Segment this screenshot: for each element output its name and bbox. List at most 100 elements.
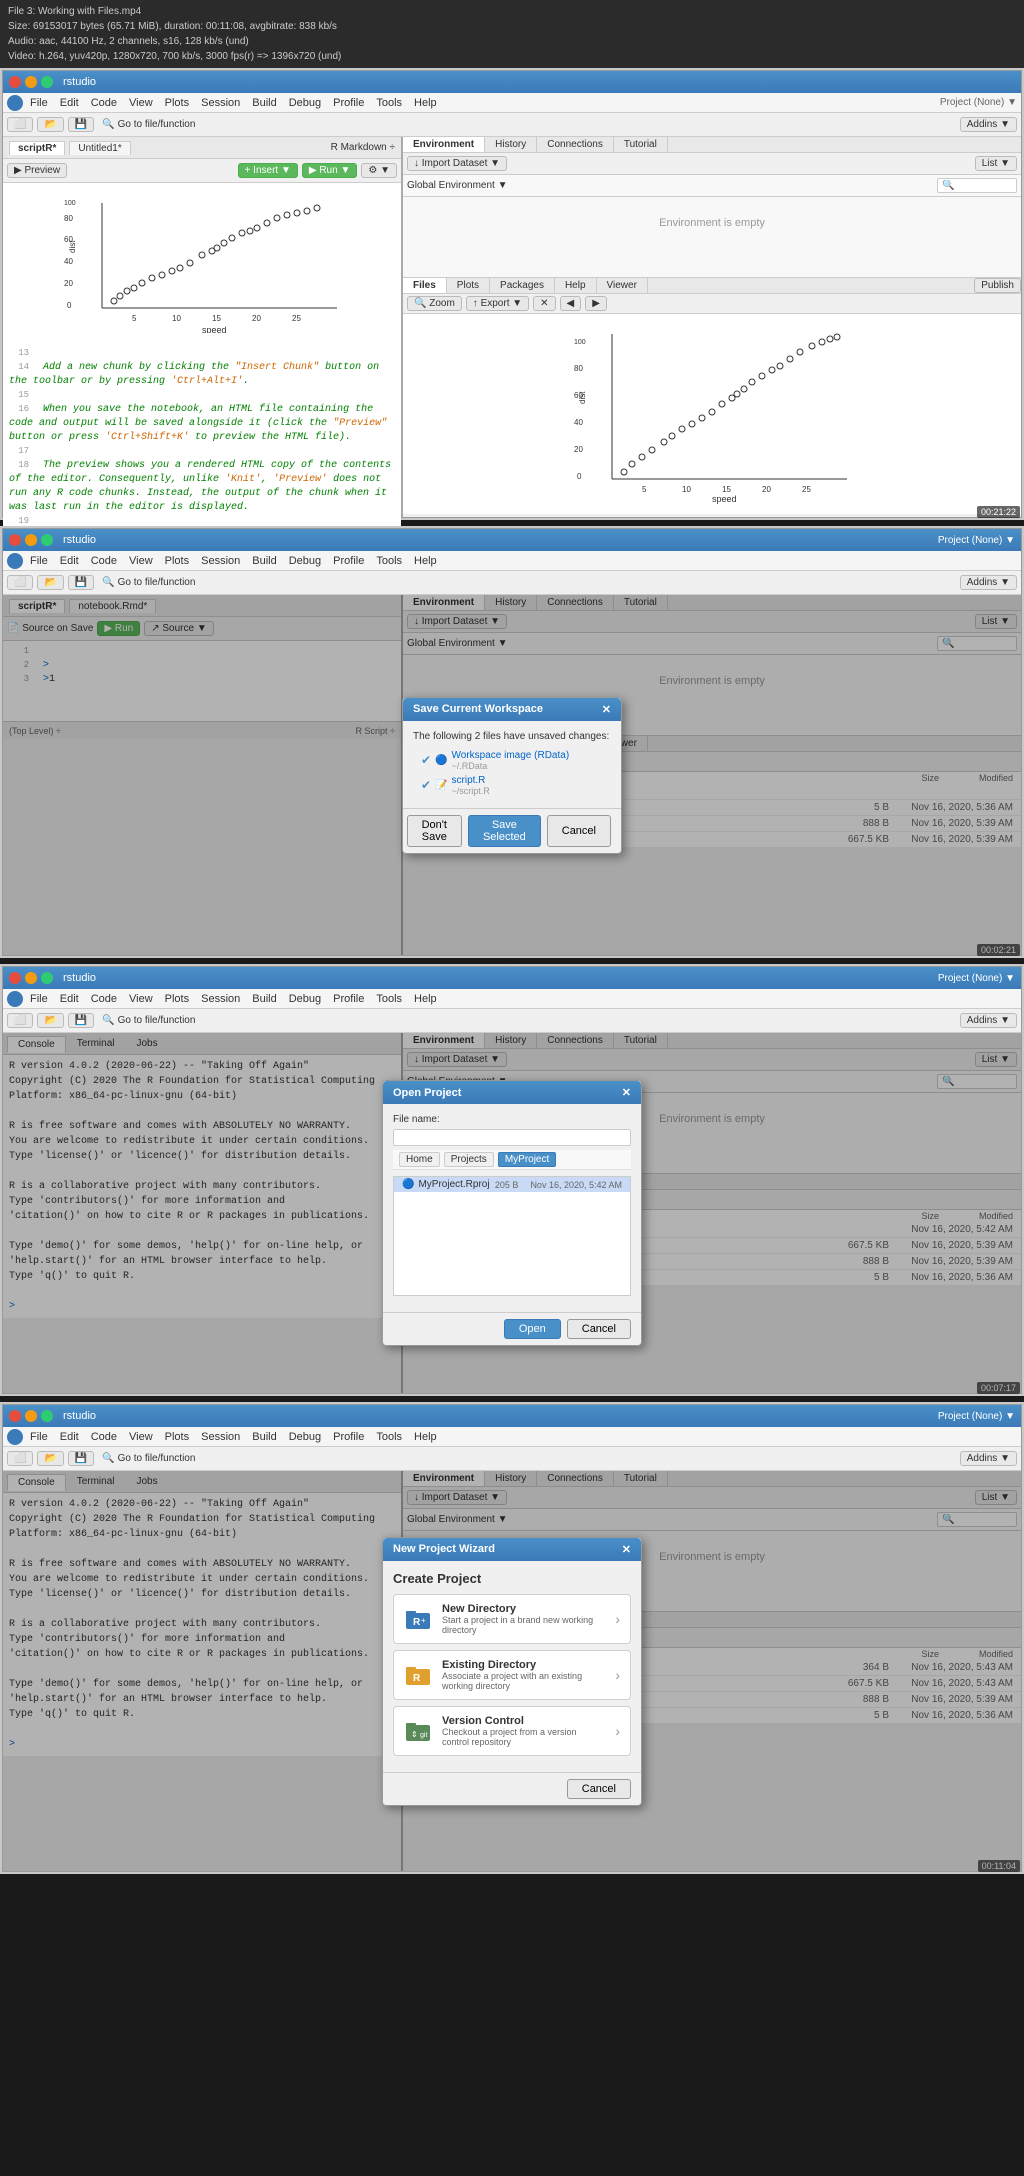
menu-view-2[interactable]: View (124, 554, 158, 568)
cancel-btn-4[interactable]: Cancel (567, 1779, 631, 1799)
tab-scriptR-1[interactable]: scriptR* (9, 141, 65, 155)
fb-item-3-0[interactable]: 🔵 MyProject.Rproj 205 B Nov 16, 2020, 5:… (394, 1177, 630, 1192)
fb-myproject-btn-3[interactable]: MyProject (498, 1152, 556, 1167)
hist-tab-1[interactable]: History (485, 137, 537, 152)
menu-tools-2[interactable]: Tools (371, 554, 407, 568)
next-plot-btn-1[interactable]: ▶ (585, 296, 607, 311)
menu-file-2[interactable]: File (25, 554, 53, 568)
menu-session-4[interactable]: Session (196, 1430, 245, 1444)
addins-btn-1[interactable]: Addins ▼ (960, 117, 1017, 132)
min-btn-4[interactable] (25, 1410, 37, 1422)
new-directory-option[interactable]: R + New Directory Start a project in a b… (393, 1594, 631, 1644)
packages-tab-1[interactable]: Packages (490, 278, 555, 293)
cancel-btn-2[interactable]: Cancel (547, 815, 611, 847)
file-name-input-3[interactable] (393, 1129, 631, 1146)
export-btn-1[interactable]: ↑ Export ▼ (466, 296, 529, 311)
menu-view-1[interactable]: View (124, 96, 158, 110)
menu-help-1[interactable]: Help (409, 96, 442, 110)
publish-btn-1[interactable]: Publish (974, 278, 1021, 293)
prev-plot-btn-1[interactable]: ◀ (560, 296, 582, 311)
open-btn-3[interactable]: Open (504, 1319, 561, 1339)
menu-edit-3[interactable]: Edit (55, 992, 84, 1006)
new-file-btn-2[interactable]: ⬜ (7, 575, 33, 590)
menu-profile-2[interactable]: Profile (328, 554, 369, 568)
menu-build-4[interactable]: Build (247, 1430, 281, 1444)
zoom-btn-1[interactable]: 🔍 Zoom (407, 296, 462, 311)
save-selected-btn[interactable]: Save Selected (468, 815, 541, 847)
menu-profile-1[interactable]: Profile (328, 96, 369, 110)
min-btn-3[interactable] (25, 972, 37, 984)
menu-session-3[interactable]: Session (196, 992, 245, 1006)
env-search-1[interactable] (937, 178, 1017, 193)
open-btn-2[interactable]: 📂 (37, 575, 63, 590)
open-btn-3[interactable]: 📂 (37, 1013, 63, 1028)
menu-build-3[interactable]: Build (247, 992, 281, 1006)
version-control-option[interactable]: ⇕ git Version Control Checkout a project… (393, 1706, 631, 1756)
clear-plot-btn-1[interactable]: ✕ (533, 296, 555, 311)
conn-tab-1[interactable]: Connections (537, 137, 614, 152)
menu-tools-1[interactable]: Tools (371, 96, 407, 110)
files-tab-1[interactable]: Files (403, 278, 447, 293)
new-file-btn-3[interactable]: ⬜ (7, 1013, 33, 1028)
menu-view-3[interactable]: View (124, 992, 158, 1006)
menu-plots-1[interactable]: Plots (160, 96, 194, 110)
dont-save-btn[interactable]: Don't Save (407, 815, 462, 847)
menu-edit-1[interactable]: Edit (55, 96, 84, 110)
dialog-close-2[interactable]: ✕ (602, 703, 611, 716)
menu-code-2[interactable]: Code (86, 554, 122, 568)
addins-btn-4[interactable]: Addins ▼ (960, 1451, 1017, 1466)
save-btn-1[interactable]: 💾 (68, 117, 94, 132)
menu-tools-4[interactable]: Tools (371, 1430, 407, 1444)
close-btn-1[interactable] (9, 76, 21, 88)
cancel-btn-3[interactable]: Cancel (567, 1319, 631, 1339)
max-btn-1[interactable] (41, 76, 53, 88)
menu-debug-4[interactable]: Debug (284, 1430, 326, 1444)
max-btn-4[interactable] (41, 1410, 53, 1422)
env-tab-1[interactable]: Environment (403, 137, 485, 152)
import-btn-1[interactable]: ↓ Import Dataset ▼ (407, 156, 507, 171)
menu-plots-3[interactable]: Plots (160, 992, 194, 1006)
close-btn-3[interactable] (9, 972, 21, 984)
menu-build-1[interactable]: Build (247, 96, 281, 110)
run-btn-1[interactable]: ▶ Run ▼ (302, 163, 358, 178)
menu-build-2[interactable]: Build (247, 554, 281, 568)
dialog-close-4[interactable]: ✕ (622, 1543, 631, 1556)
menu-help-3[interactable]: Help (409, 992, 442, 1006)
insert-btn-1[interactable]: + Insert ▼ (238, 163, 298, 178)
preview-btn-1[interactable]: ▶ Preview (7, 163, 67, 178)
help-tab-1[interactable]: Help (555, 278, 597, 293)
new-file-btn-1[interactable]: ⬜ (7, 117, 33, 132)
save-btn-3[interactable]: 💾 (68, 1013, 94, 1028)
viewer-tab-1[interactable]: Viewer (597, 278, 648, 293)
menu-session-2[interactable]: Session (196, 554, 245, 568)
list-btn-1[interactable]: List ▼ (975, 156, 1017, 171)
menu-debug-3[interactable]: Debug (284, 992, 326, 1006)
menu-profile-4[interactable]: Profile (328, 1430, 369, 1444)
menu-tools-3[interactable]: Tools (371, 992, 407, 1006)
menu-code-4[interactable]: Code (86, 1430, 122, 1444)
fb-projects-btn-3[interactable]: Projects (444, 1152, 494, 1167)
save-btn-2[interactable]: 💾 (68, 575, 94, 590)
menu-edit-4[interactable]: Edit (55, 1430, 84, 1444)
save-btn-4[interactable]: 💾 (68, 1451, 94, 1466)
menu-plots-4[interactable]: Plots (160, 1430, 194, 1444)
existing-directory-option[interactable]: R Existing Directory Associate a project… (393, 1650, 631, 1700)
tab-untitled-1[interactable]: Untitled1* (69, 141, 130, 155)
menu-debug-2[interactable]: Debug (284, 554, 326, 568)
menu-code-1[interactable]: Code (86, 96, 122, 110)
menu-session-1[interactable]: Session (196, 96, 245, 110)
tutorial-tab-1[interactable]: Tutorial (614, 137, 668, 152)
open-btn-4[interactable]: 📂 (37, 1451, 63, 1466)
menu-file-1[interactable]: File (25, 96, 53, 110)
plots-tab-1[interactable]: Plots (447, 278, 490, 293)
addins-btn-3[interactable]: Addins ▼ (960, 1013, 1017, 1028)
max-btn-3[interactable] (41, 972, 53, 984)
menu-edit-2[interactable]: Edit (55, 554, 84, 568)
addins-btn-2[interactable]: Addins ▼ (960, 575, 1017, 590)
dialog-close-3[interactable]: ✕ (622, 1086, 631, 1099)
min-btn-2[interactable] (25, 534, 37, 546)
menu-help-4[interactable]: Help (409, 1430, 442, 1444)
menu-code-3[interactable]: Code (86, 992, 122, 1006)
close-btn-2[interactable] (9, 534, 21, 546)
new-file-btn-4[interactable]: ⬜ (7, 1451, 33, 1466)
